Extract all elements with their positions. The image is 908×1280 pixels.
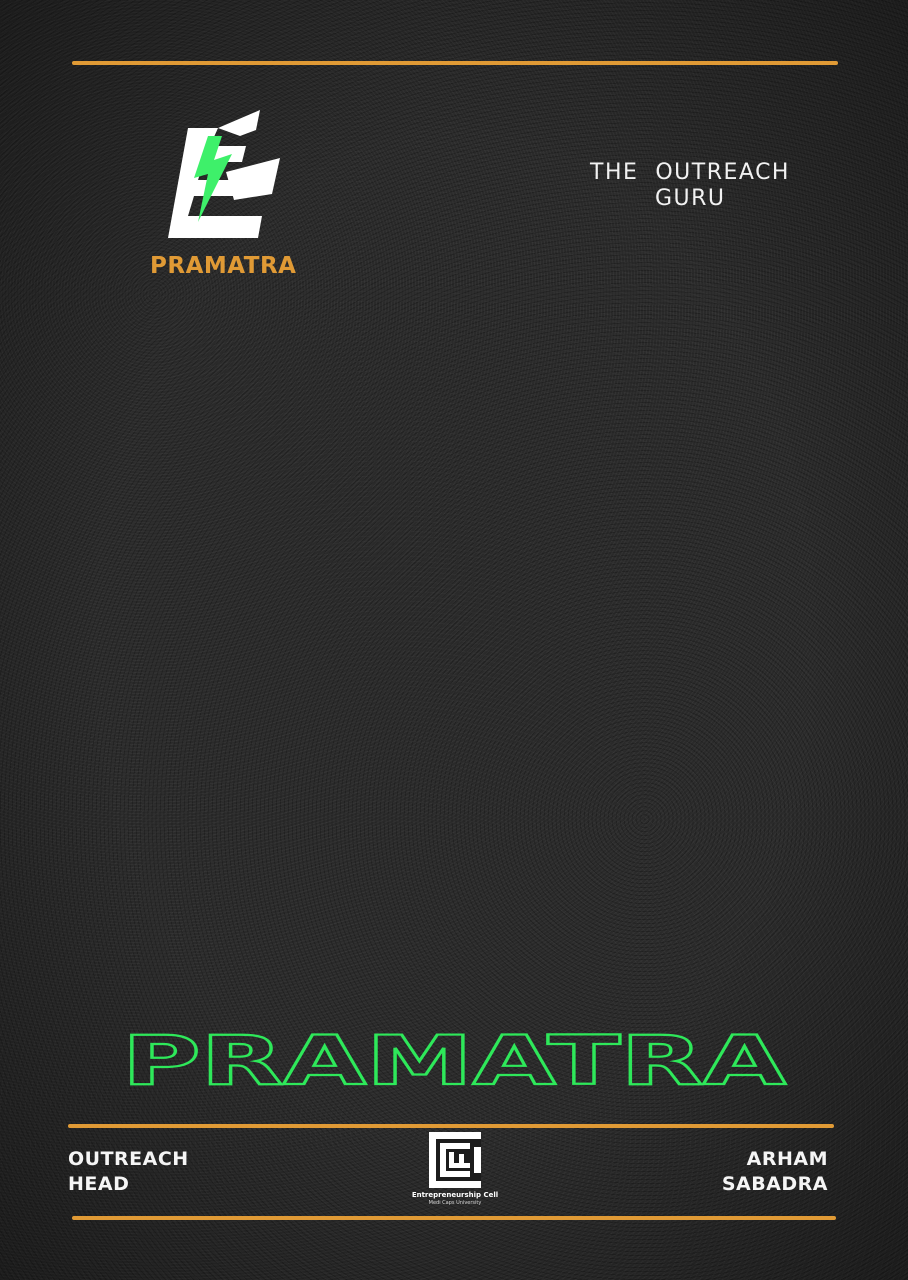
tagline: THE OUTREACH GURU xyxy=(590,160,800,212)
org-name: Entrepreneurship Cell xyxy=(411,1191,499,1199)
role-block: OUTREACH HEAD xyxy=(68,1147,189,1197)
brand-name: PRAMATRA xyxy=(150,253,297,279)
e-cell-logo-icon xyxy=(429,1132,481,1188)
name-block: ARHAM SABADRA xyxy=(722,1147,828,1197)
top-divider xyxy=(72,61,838,65)
poster-card: PRAMATRA THE OUTREACH GURU PRAMATRA OUTR… xyxy=(0,0,908,1280)
footer-top-divider xyxy=(68,1124,834,1128)
tagline-line-1: THE OUTREACH xyxy=(590,160,790,185)
org-logo: Entrepreneurship Cell Medi Caps Universi… xyxy=(405,1130,505,1212)
bottom-divider xyxy=(72,1216,836,1220)
org-university: Medi Caps University xyxy=(428,1200,482,1206)
role-line-2: HEAD xyxy=(68,1173,130,1195)
title-text: PRAMATRA xyxy=(122,1024,787,1096)
tagline-line-2: GURU xyxy=(655,186,726,211)
role-line-1: OUTREACH xyxy=(68,1148,189,1170)
name-line-2: SABADRA xyxy=(721,1173,828,1195)
lightning-e-logo-icon xyxy=(168,110,280,238)
outlined-title: PRAMATRA xyxy=(121,1024,788,1096)
name-line-1: ARHAM xyxy=(746,1148,828,1170)
